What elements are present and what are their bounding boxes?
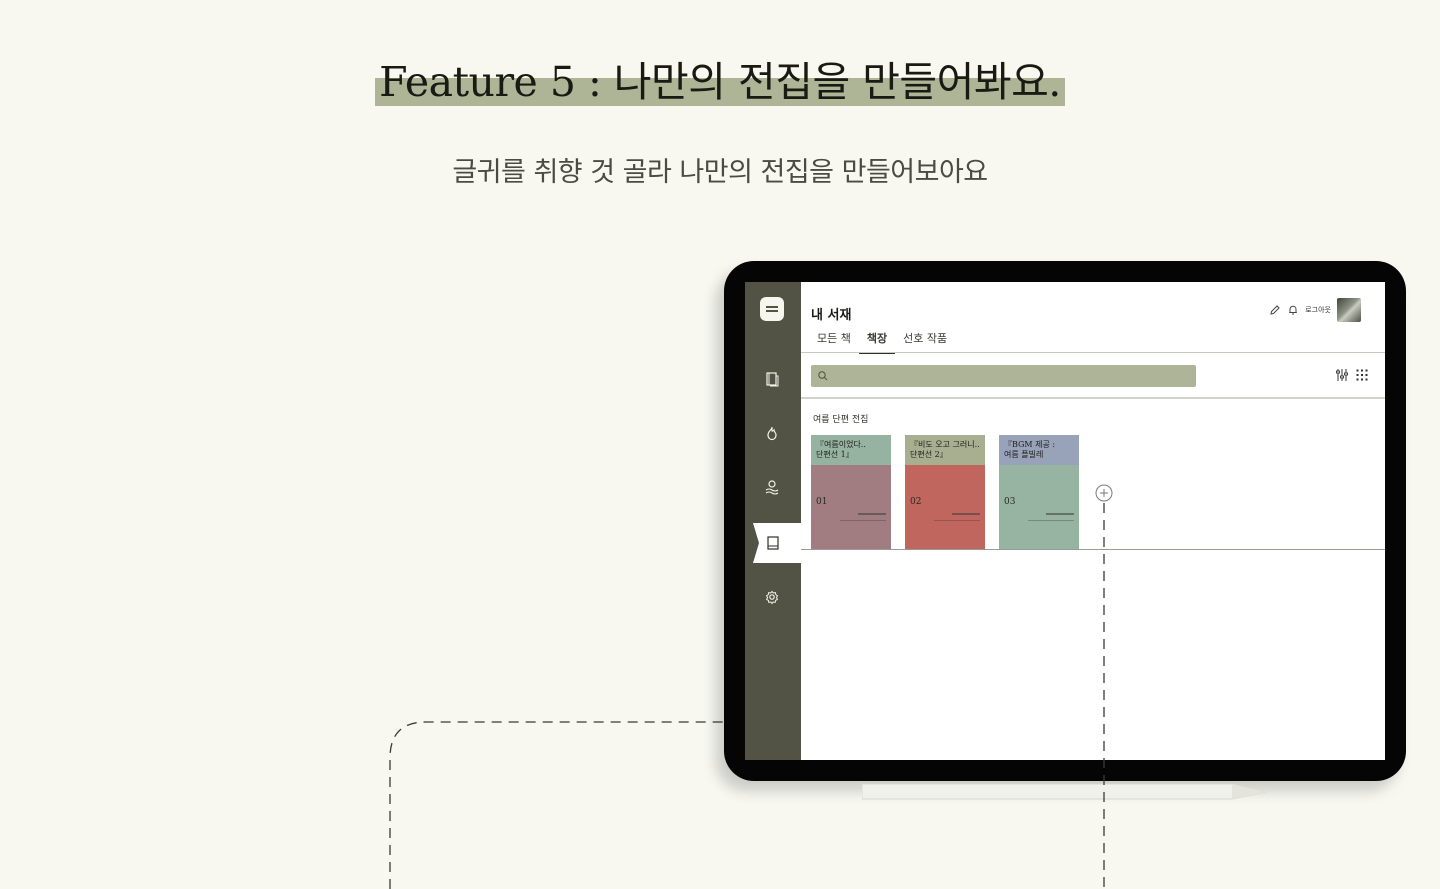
dashed-guide-vertical xyxy=(1103,503,1105,889)
